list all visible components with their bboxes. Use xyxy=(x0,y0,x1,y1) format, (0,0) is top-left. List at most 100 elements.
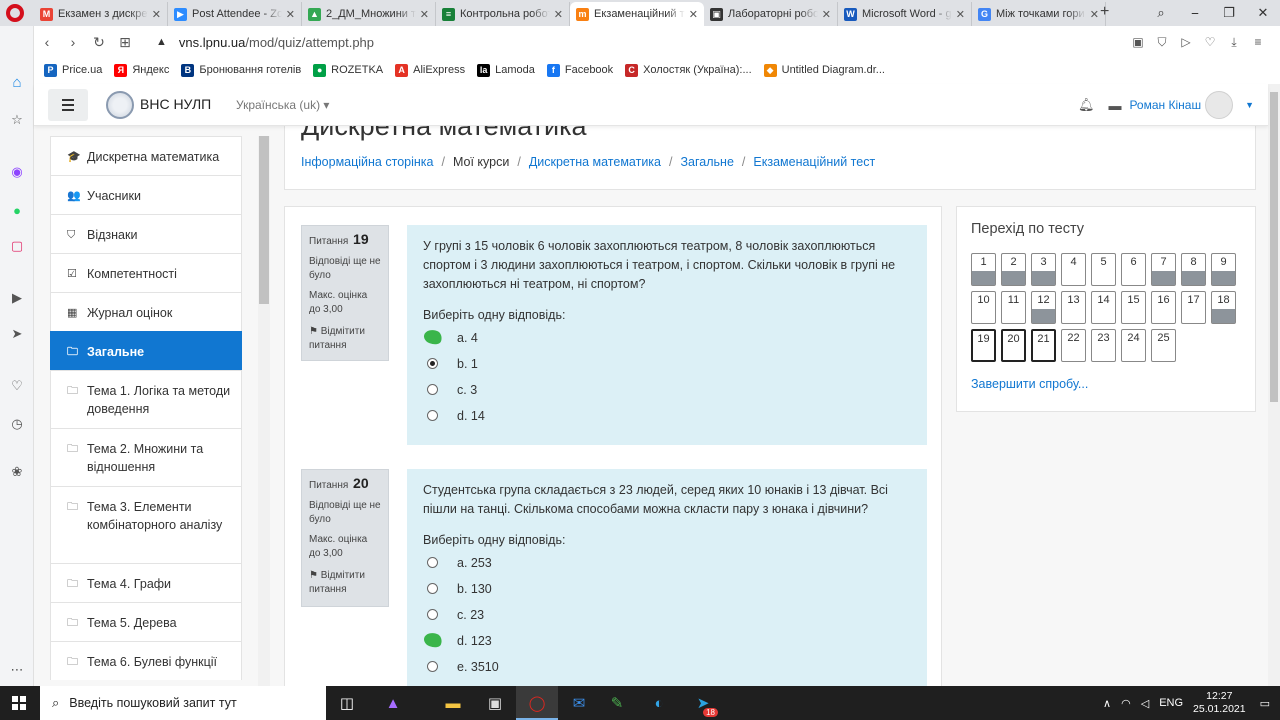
drawer-item[interactable]: ▦ Журнал оцінок xyxy=(50,292,242,331)
quiz-nav-button[interactable]: 20 xyxy=(1001,329,1026,362)
drawer-item[interactable]: ☑ Компетентності xyxy=(50,253,242,292)
answer-option[interactable]: d. 123 xyxy=(422,628,911,654)
flag-question-button[interactable]: ⚑ Відмітити питання xyxy=(309,325,381,353)
opera-logo-icon[interactable] xyxy=(6,4,24,22)
quiz-nav-button[interactable]: 14 xyxy=(1091,291,1116,324)
drawer-item[interactable]: ⛉ Відзнаки xyxy=(50,214,242,253)
quiz-nav-button[interactable]: 17 xyxy=(1181,291,1206,324)
browser-tab[interactable]: ▣ Лабораторні робо ✕ xyxy=(704,2,838,26)
heart-icon[interactable]: ♡ xyxy=(1198,35,1222,49)
flag-question-button[interactable]: ⚑ Відмітити питання xyxy=(309,569,381,597)
browser-tab[interactable]: G Між точками гори ✕ xyxy=(972,2,1106,26)
tab-close-icon[interactable]: ✕ xyxy=(420,8,429,21)
history-icon[interactable]: ◷ xyxy=(7,414,27,434)
answer-radio[interactable] xyxy=(427,557,438,568)
quiz-nav-button[interactable]: 24 xyxy=(1121,329,1146,362)
tab-close-icon[interactable]: ✕ xyxy=(1090,8,1099,21)
answer-radio[interactable] xyxy=(427,384,438,395)
edge-icon[interactable]: ◐ xyxy=(638,686,680,720)
drawer-item[interactable]: 🗀 Тема 3. Елементи комбінаторного аналізу xyxy=(50,486,242,563)
tabs-grid-icon[interactable]: ⊞ xyxy=(112,34,138,51)
quiz-nav-button[interactable]: 19 xyxy=(971,329,996,362)
quiz-nav-button[interactable]: 21 xyxy=(1031,329,1056,362)
tab-close-icon[interactable]: ✕ xyxy=(956,8,965,21)
quiz-nav-button[interactable]: 25 xyxy=(1151,329,1176,362)
quiz-nav-button[interactable]: 16 xyxy=(1151,291,1176,324)
restore-button[interactable]: ❐ xyxy=(1212,5,1246,21)
answer-option[interactable]: e. 3510 xyxy=(423,654,911,680)
drawer-item[interactable]: 🗀 Загальне xyxy=(50,331,242,370)
bookmark-item[interactable]: ● ROZETKA xyxy=(313,63,383,77)
drawer-scrollbar[interactable] xyxy=(258,136,270,686)
favorites-icon[interactable]: ♡ xyxy=(7,376,27,396)
breadcrumb-info-page[interactable]: Інформаційна сторінка xyxy=(301,155,433,169)
more-icon[interactable]: ⋯ xyxy=(7,660,27,680)
tab-close-icon[interactable]: ✕ xyxy=(689,8,698,21)
drawer-item[interactable]: 🗀 Тема 1. Логіка та методи доведення xyxy=(50,370,242,428)
answer-radio[interactable] xyxy=(427,661,438,672)
minimize-button[interactable]: ⎯ xyxy=(1178,5,1212,21)
answer-option[interactable]: c. 23 xyxy=(423,602,911,628)
messages-chat-icon[interactable]: ▬ xyxy=(1108,98,1121,113)
messenger-icon[interactable]: ◉ xyxy=(7,162,27,182)
drawer-item[interactable]: 🗀 Тема 2. Множини та відношення xyxy=(50,428,242,486)
quiz-nav-button[interactable]: 11 xyxy=(1001,291,1026,324)
quiz-nav-button[interactable]: 10 xyxy=(971,291,996,324)
answer-option[interactable]: c. 3 xyxy=(423,377,911,403)
drawer-item[interactable]: 🗀 Тема 6. Булеві функції xyxy=(50,641,242,680)
mail-icon[interactable]: ✉ xyxy=(558,686,600,720)
bookmark-item[interactable]: ◆ Untitled Diagram.dr... xyxy=(763,63,885,77)
send-icon[interactable]: ▷ xyxy=(1174,35,1198,49)
browser-tab[interactable]: m Екзаменаційний те ✕ xyxy=(570,2,704,26)
answer-radio[interactable] xyxy=(427,583,438,594)
drawer-item[interactable]: 🎓 Дискретна математика xyxy=(50,136,242,175)
quiz-nav-button[interactable]: 13 xyxy=(1061,291,1086,324)
drawer-item[interactable]: 🗀 Тема 5. Дерева xyxy=(50,602,242,641)
tab-close-icon[interactable]: ✕ xyxy=(152,8,161,21)
answer-option[interactable]: a. 4 xyxy=(422,325,911,351)
answer-option[interactable]: a. 253 xyxy=(423,550,911,576)
browser-tab[interactable]: ▶ Post Attendee - Zoo ✕ xyxy=(168,2,302,26)
player-icon[interactable]: ▶ xyxy=(7,288,27,308)
quiz-nav-button[interactable]: 3 xyxy=(1031,253,1056,286)
bookmark-item[interactable]: la Lamoda xyxy=(477,63,535,77)
bookmark-item[interactable]: C Холостяк (Україна):... xyxy=(625,63,752,77)
browser-tab[interactable]: ▲ 2_ДМ_Множини та ✕ xyxy=(302,2,436,26)
opera-taskbar-icon[interactable]: ◯ xyxy=(516,686,558,720)
browser-tab[interactable]: W Microsoft Word - gr ✕ xyxy=(838,2,972,26)
quiz-nav-button[interactable]: 6 xyxy=(1121,253,1146,286)
browser-tab[interactable]: ≡ Контрольна робота ✕ xyxy=(436,2,570,26)
quiz-nav-button[interactable]: 18 xyxy=(1211,291,1236,324)
tips-icon[interactable]: ❀ xyxy=(7,462,27,482)
user-menu-caret-icon[interactable]: ▼ xyxy=(1245,100,1254,110)
close-window-button[interactable]: ✕ xyxy=(1246,5,1280,21)
tab-close-icon[interactable]: ✕ xyxy=(822,8,831,21)
quiz-nav-button[interactable]: 15 xyxy=(1121,291,1146,324)
answer-radio[interactable] xyxy=(427,358,438,369)
cortana-app-icon[interactable]: ▲ xyxy=(372,686,414,720)
wifi-icon[interactable]: ◠ xyxy=(1121,697,1131,710)
breadcrumb-quiz[interactable]: Екзаменаційний тест xyxy=(753,155,875,169)
finish-attempt-link[interactable]: Завершити спробу... xyxy=(971,377,1088,391)
camera-icon[interactable]: ▣ xyxy=(1126,35,1150,49)
home-icon[interactable]: ⌂ xyxy=(7,72,27,92)
bookmark-item[interactable]: Я Яндекс xyxy=(114,63,169,77)
bookmark-item[interactable]: P Price.ua xyxy=(44,63,102,77)
user-name[interactable]: Роман Кінаш xyxy=(1129,98,1201,112)
tab-close-icon[interactable]: ✕ xyxy=(286,8,295,21)
telegram-icon[interactable]: ➤ 18 xyxy=(682,686,724,720)
shield-icon[interactable]: ⛉ xyxy=(1150,35,1174,50)
quiz-nav-button[interactable]: 12 xyxy=(1031,291,1056,324)
drawer-toggle-button[interactable] xyxy=(48,89,88,121)
download-icon[interactable]: ⤓ xyxy=(1222,35,1246,50)
tab-search-icon[interactable]: ⌕ xyxy=(1144,5,1178,21)
quiz-nav-button[interactable]: 4 xyxy=(1061,253,1086,286)
back-button[interactable]: ‹ xyxy=(34,34,60,50)
breadcrumb-section[interactable]: Загальне xyxy=(681,155,734,169)
menu-icon[interactable]: ≡ xyxy=(1246,35,1270,49)
notifications-bell-icon[interactable]: 🔔︎ xyxy=(1078,97,1095,113)
site-logo[interactable] xyxy=(106,91,134,119)
send-panel-icon[interactable]: ➤ xyxy=(7,324,27,344)
bookmark-item[interactable]: B Бронювання готелів xyxy=(181,63,301,77)
language-selector[interactable]: Українська (uk) ▾ xyxy=(236,98,329,112)
